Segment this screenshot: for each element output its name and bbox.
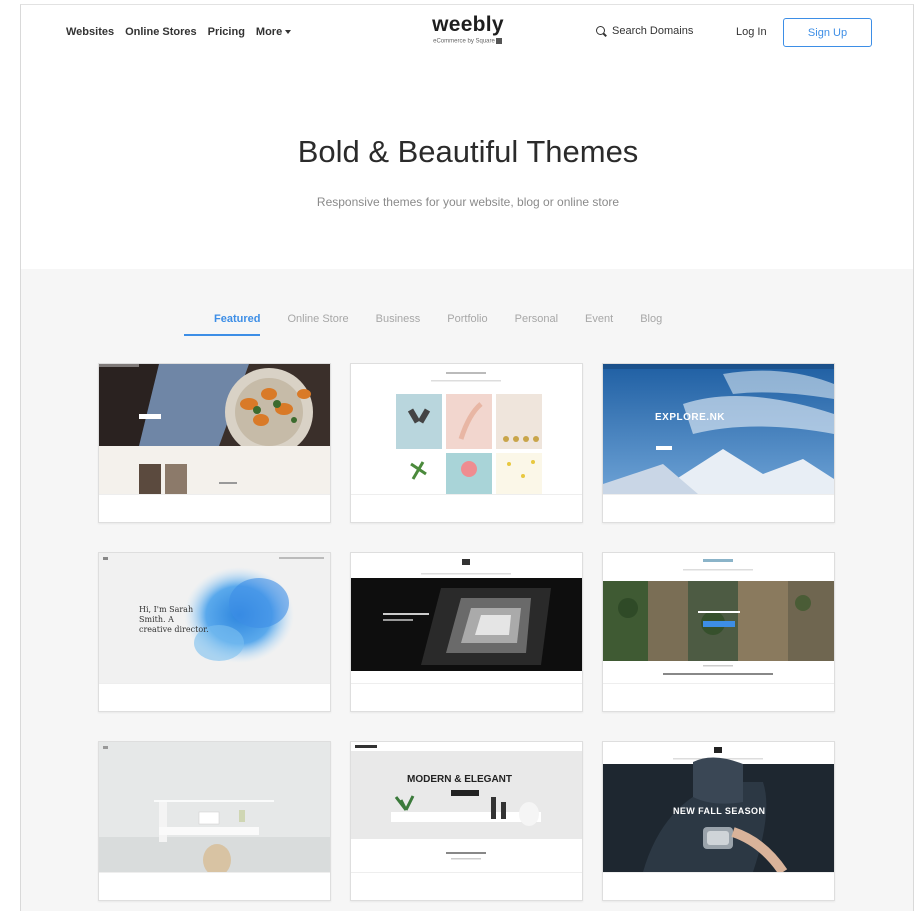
theme-card-7[interactable] xyxy=(98,741,331,901)
theme-card-footer xyxy=(99,872,330,900)
tab-portfolio[interactable]: Portfolio xyxy=(447,309,487,336)
tab-featured[interactable]: Featured xyxy=(184,309,261,336)
weebly-logo[interactable]: weebly eCommerce by Square xyxy=(416,13,520,45)
theme-card-3[interactable]: EXPLORE.NK xyxy=(602,363,835,523)
theme-card-footer xyxy=(99,683,330,711)
theme-preview: EXPLORE.NK xyxy=(603,364,834,494)
tab-business[interactable]: Business xyxy=(376,309,421,336)
theme-card-6[interactable] xyxy=(602,552,835,712)
theme-preview-image xyxy=(99,364,330,494)
page-frame: Websites Online Stores Pricing More weeb… xyxy=(20,4,914,911)
theme-heading: Hi, I'm Sarah Smith. A creative director… xyxy=(139,605,209,634)
theme-card-footer xyxy=(603,683,834,711)
theme-card-1[interactable] xyxy=(98,363,331,523)
nav-more[interactable]: More xyxy=(255,26,292,38)
theme-preview-image xyxy=(351,553,582,683)
search-icon xyxy=(596,25,607,37)
category-tabs: Featured Online Store Business Portfolio… xyxy=(184,309,689,336)
theme-preview: NEW FALL SEASON xyxy=(603,742,834,872)
search-domains-label: Search Domains xyxy=(612,25,694,37)
theme-preview-image xyxy=(603,553,834,683)
theme-preview-image xyxy=(351,742,582,872)
nav-more-label: More xyxy=(255,26,283,38)
theme-card-5[interactable] xyxy=(350,552,583,712)
theme-preview xyxy=(99,742,330,872)
brand-subtitle: eCommerce by Square xyxy=(416,38,520,45)
brand-sub-text: eCommerce by Square xyxy=(433,38,495,45)
theme-title: NEW FALL SEASON xyxy=(673,806,766,816)
theme-preview-image xyxy=(351,364,582,494)
login-link[interactable]: Log In xyxy=(736,26,767,38)
primary-nav: Websites Online Stores Pricing More xyxy=(66,26,292,38)
tab-online-store[interactable]: Online Store xyxy=(287,309,348,336)
theme-preview-image xyxy=(99,742,330,872)
theme-gallery: Featured Online Store Business Portfolio… xyxy=(21,269,913,911)
theme-card-8[interactable]: MODERN & ELEGANT xyxy=(350,741,583,901)
theme-card-footer xyxy=(603,494,834,522)
theme-preview: Hi, I'm Sarah Smith. A creative director… xyxy=(99,553,330,683)
signup-button[interactable]: Sign Up xyxy=(783,18,872,47)
theme-card-footer xyxy=(99,494,330,522)
square-logo-icon xyxy=(495,38,502,44)
theme-card-footer xyxy=(351,872,582,900)
theme-preview: MODERN & ELEGANT xyxy=(351,742,582,872)
brand-name: weebly xyxy=(432,13,504,36)
theme-card-footer xyxy=(351,494,582,522)
page-title: Bold & Beautiful Themes xyxy=(297,134,639,169)
theme-preview xyxy=(99,364,330,494)
theme-card-4[interactable]: Hi, I'm Sarah Smith. A creative director… xyxy=(98,552,331,712)
theme-preview-image xyxy=(603,364,834,494)
theme-card-2[interactable] xyxy=(350,363,583,523)
nav-websites[interactable]: Websites xyxy=(66,26,114,38)
theme-preview-image xyxy=(99,553,330,683)
page-subtitle: Responsive themes for your website, blog… xyxy=(316,195,620,209)
theme-title: MODERN & ELEGANT xyxy=(407,774,512,785)
theme-preview xyxy=(351,553,582,683)
chevron-down-icon xyxy=(285,30,292,35)
theme-title: EXPLORE.NK xyxy=(655,412,726,423)
nav-pricing[interactable]: Pricing xyxy=(208,26,245,38)
tab-event[interactable]: Event xyxy=(585,309,613,336)
tab-personal[interactable]: Personal xyxy=(515,309,558,336)
top-navigation: Websites Online Stores Pricing More weeb… xyxy=(21,5,913,61)
theme-card-9[interactable]: NEW FALL SEASON xyxy=(602,741,835,901)
tab-blog[interactable]: Blog xyxy=(640,309,662,336)
theme-card-footer xyxy=(351,683,582,711)
theme-preview xyxy=(603,553,834,683)
search-domains-link[interactable]: Search Domains xyxy=(596,25,693,37)
theme-card-footer xyxy=(603,872,834,900)
theme-preview xyxy=(351,364,582,494)
nav-online-stores[interactable]: Online Stores xyxy=(125,26,197,38)
